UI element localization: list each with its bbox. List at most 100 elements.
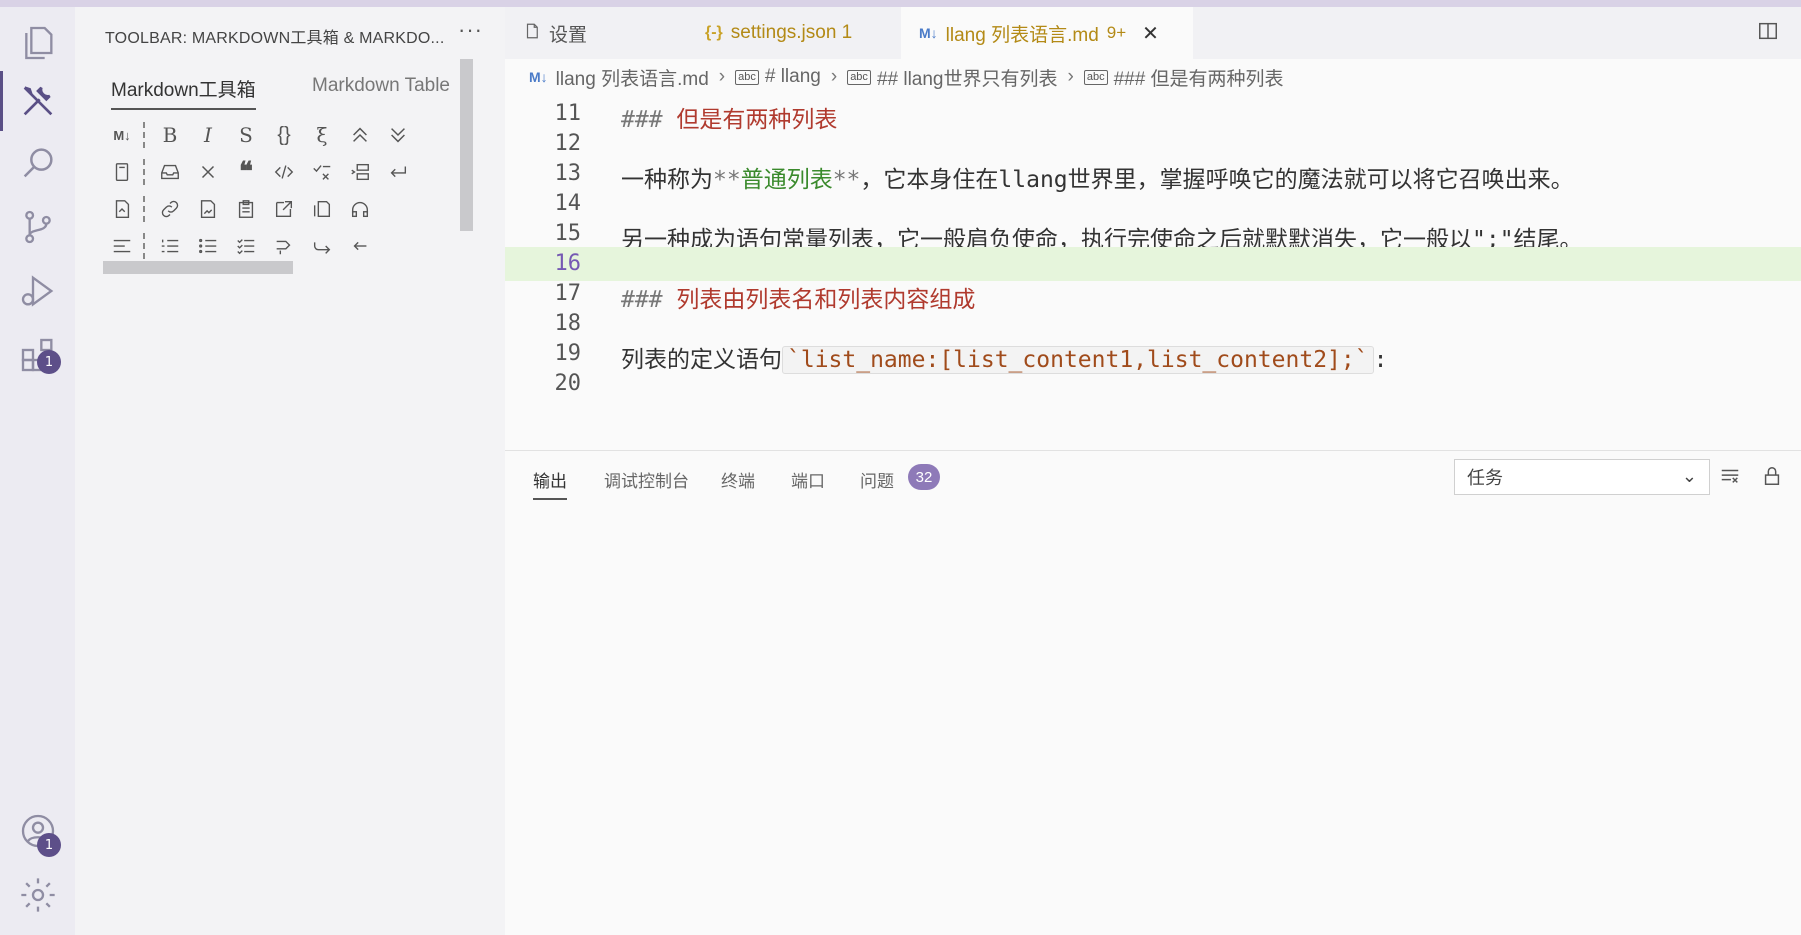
run-debug-icon[interactable] xyxy=(0,255,75,327)
account-icon[interactable] xyxy=(0,795,75,867)
image-icon[interactable] xyxy=(189,194,227,224)
line-number: 13 xyxy=(554,161,582,186)
extensions-icon[interactable] xyxy=(0,319,75,391)
braces-icon[interactable]: {} xyxy=(265,120,303,150)
more-actions-button[interactable]: ··· xyxy=(458,17,483,43)
editor-line[interactable]: 11 ### 但是有两种列表 xyxy=(505,97,1801,133)
editor-line[interactable]: 20 xyxy=(505,367,1801,401)
tab-ports[interactable]: 端口 xyxy=(791,467,825,492)
output-channel-select[interactable]: 任务 ⌄ xyxy=(1454,459,1710,495)
tab-terminal[interactable]: 终端 xyxy=(721,467,755,492)
notebook-icon[interactable] xyxy=(103,157,141,187)
task-list-icon[interactable] xyxy=(227,231,265,261)
editor-line[interactable]: 16 xyxy=(505,247,1801,281)
gear-icon[interactable] xyxy=(0,859,75,931)
close-icon[interactable]: ✕ xyxy=(1142,21,1159,46)
tab-problem-badge: 9+ xyxy=(1106,23,1127,42)
line-number: 18 xyxy=(554,311,582,336)
editor-line[interactable]: 13 一种称为**普通列表**，它本身住在llang世界里，掌握呼唤它的魔法就可以… xyxy=(505,157,1801,193)
lock-icon[interactable] xyxy=(1761,465,1783,493)
quote-icon[interactable]: ❝ xyxy=(227,157,265,187)
title-strip xyxy=(0,0,1801,7)
task-toggle-icon[interactable] xyxy=(303,157,341,187)
markdown-file-icon: M↓ xyxy=(529,69,548,85)
copy-icon[interactable] xyxy=(303,194,341,224)
ordered-list-icon[interactable] xyxy=(151,231,189,261)
editor-line[interactable]: 15 另一种成为语句常量列表，它一般肩负使命，执行完使命之后就默默消失，它一般以"… xyxy=(505,217,1801,253)
tab-settings-json[interactable]: {-} settings.json 1 xyxy=(687,7,899,59)
line-number: 17 xyxy=(554,281,582,306)
sidebar-vertical-scrollbar[interactable] xyxy=(460,59,473,231)
search-icon[interactable] xyxy=(0,127,75,199)
align-icon[interactable] xyxy=(103,231,141,261)
markdown-file-icon: M↓ xyxy=(919,25,938,41)
toolbar-separator xyxy=(143,196,145,222)
sidebar-horizontal-scrollbar[interactable] xyxy=(103,261,293,274)
sidebar: TOOLBAR: MARKDOWN工具箱 & MARKDO... ··· Mar… xyxy=(75,7,505,935)
link-icon[interactable] xyxy=(151,194,189,224)
back-arrow-icon[interactable] xyxy=(341,231,379,261)
symbol-string-icon: abc xyxy=(735,69,759,85)
breadcrumb-label: # llang xyxy=(764,66,821,87)
flow-icon[interactable] xyxy=(265,231,303,261)
tab-output[interactable]: 输出 xyxy=(533,467,567,500)
breadcrumb-item[interactable]: abc ## llang世界只有列表 xyxy=(847,64,1058,91)
bullet-list-icon[interactable] xyxy=(189,231,227,261)
tab-label: settings.json 1 xyxy=(730,22,853,43)
clipboard-icon[interactable] xyxy=(227,194,265,224)
breadcrumb-file[interactable]: M↓ llang 列表语言.md xyxy=(529,64,709,91)
clear-icon[interactable] xyxy=(189,157,227,187)
problems-count-badge: 32 xyxy=(908,464,940,490)
tab-markdown-toolbox[interactable]: Markdown工具箱 xyxy=(111,75,256,110)
editor-line[interactable]: 19 列表的定义语句 `list_name:[list_content1,list_… xyxy=(505,337,1801,374)
editor-line[interactable]: 17 ### 列表由列表名和列表内容组成 xyxy=(505,277,1801,313)
editor-tabs: 设置 {-} settings.json 1 M↓ llang 列表语言.md … xyxy=(505,7,1801,59)
italic-icon[interactable]: I xyxy=(189,120,227,150)
extensions-badge: 1 xyxy=(37,350,61,374)
bold-icon[interactable]: B xyxy=(151,120,189,150)
expand-down-icon[interactable] xyxy=(379,120,417,150)
source-control-icon[interactable] xyxy=(0,191,75,263)
line-break-icon[interactable] xyxy=(379,157,417,187)
clear-output-icon[interactable] xyxy=(1719,465,1741,493)
chevron-right-icon: › xyxy=(718,66,726,87)
open-external-icon[interactable] xyxy=(265,194,303,224)
line-number: 12 xyxy=(554,131,582,156)
code-icon[interactable] xyxy=(265,157,303,187)
tab-settings[interactable]: 设置 xyxy=(505,7,685,59)
line-number: 15 xyxy=(554,221,582,246)
toolbar-row xyxy=(103,231,379,261)
toolbar-separator xyxy=(143,122,145,148)
split-editor-icon[interactable] xyxy=(1757,20,1779,48)
symbol-string-icon: abc xyxy=(1083,69,1108,85)
bottom-panel: 输出 调试控制台 终端 端口 问题 32 任务 ⌄ xyxy=(505,450,1801,935)
strikethrough-icon[interactable]: S xyxy=(227,120,265,150)
editor-line[interactable]: 18 xyxy=(505,307,1801,341)
export-icon[interactable] xyxy=(103,194,141,224)
json-icon: {-} xyxy=(705,24,723,41)
tab-markdown-table[interactable]: Markdown Table xyxy=(312,75,450,97)
file-icon xyxy=(523,22,541,45)
breadcrumb-item[interactable]: abc # llang xyxy=(735,66,821,88)
line-number: 16 xyxy=(554,251,582,276)
line-number: 14 xyxy=(554,191,582,216)
code-editor[interactable]: 11 ### 但是有两种列表 12 13 一种称为**普通列表**，它本身住在llang… xyxy=(505,95,1801,450)
tab-label: 设置 xyxy=(549,24,588,46)
markdown-icon[interactable]: M↓ xyxy=(103,120,141,150)
chevron-down-icon: ⌄ xyxy=(1681,466,1697,486)
line-number: 11 xyxy=(554,101,582,126)
select-value: 任务 xyxy=(1467,468,1503,488)
tab-problems[interactable]: 问题 xyxy=(860,467,894,492)
math-icon[interactable]: ξ xyxy=(303,120,341,150)
editor-line[interactable]: 12 xyxy=(505,127,1801,161)
indent-icon[interactable] xyxy=(341,157,379,187)
headphones-icon[interactable] xyxy=(341,194,379,224)
inbox-icon[interactable] xyxy=(151,157,189,187)
tab-llang-md[interactable]: M↓ llang 列表语言.md 9+ ✕ xyxy=(901,7,1193,59)
editor-line[interactable]: 14 xyxy=(505,187,1801,221)
activity-bar: 1 1 xyxy=(0,7,75,935)
tab-debug-console[interactable]: 调试控制台 xyxy=(604,467,689,492)
breadcrumb-item[interactable]: abc ### 但是有两种列表 xyxy=(1083,64,1284,91)
collapse-up-icon[interactable] xyxy=(341,120,379,150)
redo-icon[interactable] xyxy=(303,231,341,261)
